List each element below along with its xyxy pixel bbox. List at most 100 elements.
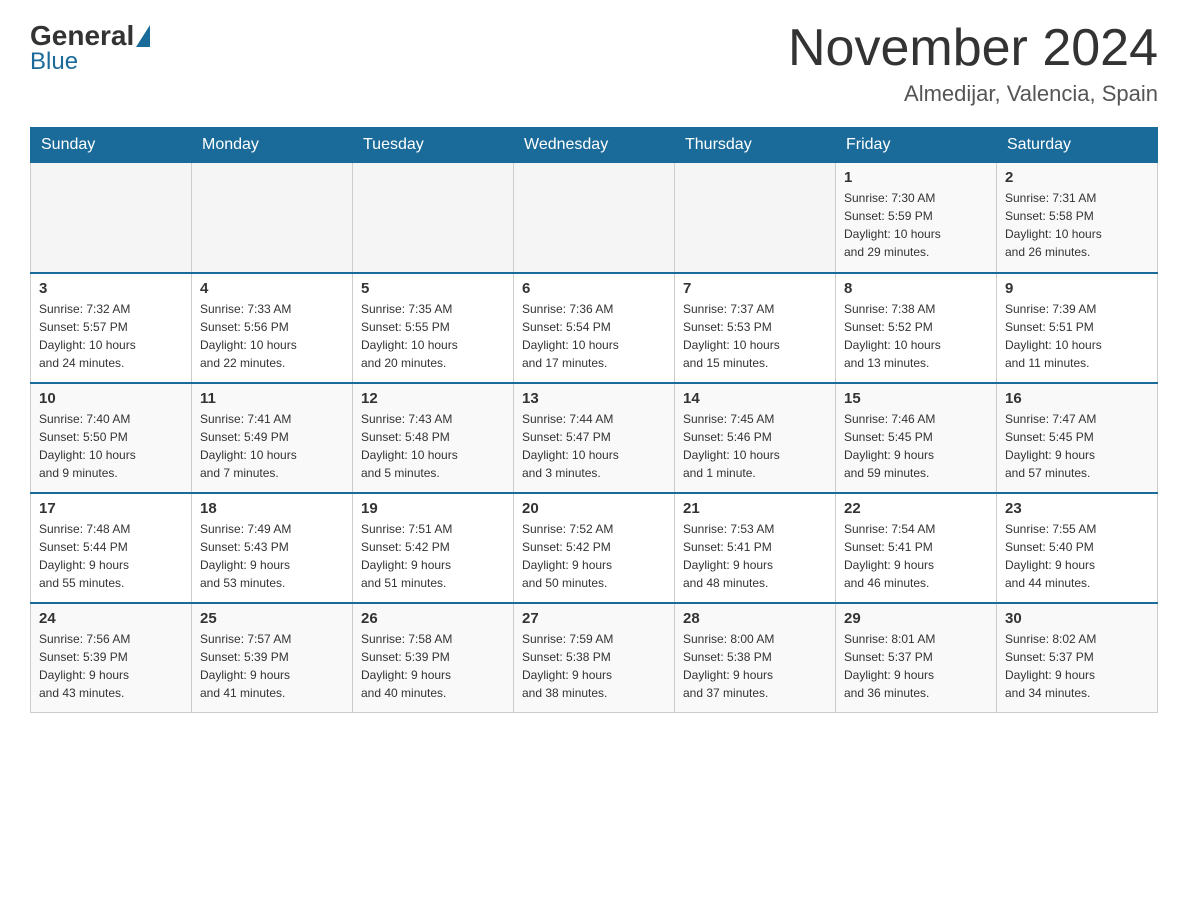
calendar-cell-w4-d5: 22Sunrise: 7:54 AMSunset: 5:41 PMDayligh… — [836, 493, 997, 603]
calendar-cell-w3-d0: 10 Sunrise: 7:40 AMSunset: 5:50 PMDayligh… — [31, 383, 192, 493]
calendar-cell-w3-d2: 12Sunrise: 7:43 AMSunset: 5:48 PMDayligh… — [353, 383, 514, 493]
calendar-week-3: 10 Sunrise: 7:40 AMSunset: 5:50 PMDayligh… — [31, 383, 1158, 493]
header-tuesday: Tuesday — [353, 128, 514, 163]
logo: General Blue — [30, 20, 152, 76]
calendar-cell-w2-d2: 5 Sunrise: 7:35 AMSunset: 5:55 PMDaylight… — [353, 273, 514, 383]
day-number: 24 — [39, 610, 183, 627]
day-number: 18 — [200, 500, 344, 517]
day-number: 27 — [522, 610, 666, 627]
calendar-header-row: Sunday Monday Tuesday Wednesday Thursday… — [31, 128, 1158, 163]
day-info: Sunrise: 7:45 AMSunset: 5:46 PMDaylight:… — [683, 410, 827, 482]
day-info: Sunrise: 8:01 AMSunset: 5:37 PMDaylight:… — [844, 630, 988, 702]
day-number: 25 — [200, 610, 344, 627]
calendar-cell-w5-d6: 30 Sunrise: 8:02 AMSunset: 5:37 PMDayligh… — [997, 603, 1158, 713]
day-info: Sunrise: 7:31 AMSunset: 5:58 PMDaylight:… — [1005, 189, 1149, 261]
calendar-cell-w2-d0: 3 Sunrise: 7:32 AMSunset: 5:57 PMDaylight… — [31, 273, 192, 383]
calendar-cell-w2-d5: 8 Sunrise: 7:38 AMSunset: 5:52 PMDaylight… — [836, 273, 997, 383]
calendar-cell-w1-d2 — [353, 163, 514, 273]
day-number: 3 — [39, 280, 183, 297]
calendar-cell-w4-d0: 17 Sunrise: 7:48 AMSunset: 5:44 PMDayligh… — [31, 493, 192, 603]
day-info: Sunrise: 7:33 AMSunset: 5:56 PMDaylight:… — [200, 300, 344, 372]
title-section: November 2024 Almedijar, Valencia, Spain — [788, 20, 1158, 107]
calendar-cell-w1-d3 — [514, 163, 675, 273]
day-number: 29 — [844, 610, 988, 627]
day-info: Sunrise: 7:58 AMSunset: 5:39 PMDaylight:… — [361, 630, 505, 702]
day-info: Sunrise: 7:44 AMSunset: 5:47 PMDaylight:… — [522, 410, 666, 482]
day-number: 2 — [1005, 169, 1149, 186]
header-sunday: Sunday — [31, 128, 192, 163]
day-number: 23 — [1005, 500, 1149, 517]
calendar-cell-w1-d0 — [31, 163, 192, 273]
calendar-cell-w5-d2: 26 Sunrise: 7:58 AMSunset: 5:39 PMDayligh… — [353, 603, 514, 713]
header-monday: Monday — [192, 128, 353, 163]
calendar-cell-w5-d4: 28 Sunrise: 8:00 AMSunset: 5:38 PMDayligh… — [675, 603, 836, 713]
day-info: Sunrise: 8:00 AMSunset: 5:38 PMDaylight:… — [683, 630, 827, 702]
day-number: 17 — [39, 500, 183, 517]
calendar-cell-w2-d4: 7 Sunrise: 7:37 AMSunset: 5:53 PMDaylight… — [675, 273, 836, 383]
location-subtitle: Almedijar, Valencia, Spain — [788, 81, 1158, 107]
day-number: 5 — [361, 280, 505, 297]
day-number: 7 — [683, 280, 827, 297]
calendar-cell-w4-d4: 21Sunrise: 7:53 AMSunset: 5:41 PMDayligh… — [675, 493, 836, 603]
day-info: Sunrise: 7:32 AMSunset: 5:57 PMDaylight:… — [39, 300, 183, 372]
day-info: Sunrise: 7:55 AMSunset: 5:40 PMDaylight:… — [1005, 520, 1149, 592]
day-info: Sunrise: 7:54 AMSunset: 5:41 PMDaylight:… — [844, 520, 988, 592]
calendar-cell-w5-d3: 27 Sunrise: 7:59 AMSunset: 5:38 PMDayligh… — [514, 603, 675, 713]
day-number: 10 — [39, 390, 183, 407]
day-info: Sunrise: 7:52 AMSunset: 5:42 PMDaylight:… — [522, 520, 666, 592]
day-info: Sunrise: 8:02 AMSunset: 5:37 PMDaylight:… — [1005, 630, 1149, 702]
logo-triangle-icon — [136, 25, 150, 47]
day-number: 11 — [200, 390, 344, 407]
day-info: Sunrise: 7:36 AMSunset: 5:54 PMDaylight:… — [522, 300, 666, 372]
day-number: 16 — [1005, 390, 1149, 407]
day-info: Sunrise: 7:39 AMSunset: 5:51 PMDaylight:… — [1005, 300, 1149, 372]
day-info: Sunrise: 7:51 AMSunset: 5:42 PMDaylight:… — [361, 520, 505, 592]
calendar-cell-w1-d6: 2 Sunrise: 7:31 AMSunset: 5:58 PMDaylight… — [997, 163, 1158, 273]
calendar-week-5: 24Sunrise: 7:56 AMSunset: 5:39 PMDayligh… — [31, 603, 1158, 713]
day-info: Sunrise: 7:43 AMSunset: 5:48 PMDaylight:… — [361, 410, 505, 482]
month-title: November 2024 — [788, 20, 1158, 77]
day-number: 19 — [361, 500, 505, 517]
day-info: Sunrise: 7:46 AMSunset: 5:45 PMDaylight:… — [844, 410, 988, 482]
day-number: 20 — [522, 500, 666, 517]
calendar-cell-w3-d5: 15 Sunrise: 7:46 AMSunset: 5:45 PMDayligh… — [836, 383, 997, 493]
calendar-cell-w5-d1: 25 Sunrise: 7:57 AMSunset: 5:39 PMDayligh… — [192, 603, 353, 713]
day-info: Sunrise: 7:35 AMSunset: 5:55 PMDaylight:… — [361, 300, 505, 372]
calendar-cell-w4-d6: 23 Sunrise: 7:55 AMSunset: 5:40 PMDayligh… — [997, 493, 1158, 603]
header-wednesday: Wednesday — [514, 128, 675, 163]
day-info: Sunrise: 7:48 AMSunset: 5:44 PMDaylight:… — [39, 520, 183, 592]
calendar-cell-w2-d1: 4 Sunrise: 7:33 AMSunset: 5:56 PMDaylight… — [192, 273, 353, 383]
day-number: 28 — [683, 610, 827, 627]
calendar-week-4: 17 Sunrise: 7:48 AMSunset: 5:44 PMDayligh… — [31, 493, 1158, 603]
calendar-week-1: 1Sunrise: 7:30 AMSunset: 5:59 PMDaylight… — [31, 163, 1158, 273]
header-saturday: Saturday — [997, 128, 1158, 163]
day-info: Sunrise: 7:57 AMSunset: 5:39 PMDaylight:… — [200, 630, 344, 702]
day-number: 26 — [361, 610, 505, 627]
day-number: 1 — [844, 169, 988, 186]
day-number: 8 — [844, 280, 988, 297]
day-info: Sunrise: 7:41 AMSunset: 5:49 PMDaylight:… — [200, 410, 344, 482]
day-info: Sunrise: 7:59 AMSunset: 5:38 PMDaylight:… — [522, 630, 666, 702]
calendar-cell-w3-d1: 11 Sunrise: 7:41 AMSunset: 5:49 PMDayligh… — [192, 383, 353, 493]
day-number: 13 — [522, 390, 666, 407]
day-info: Sunrise: 7:38 AMSunset: 5:52 PMDaylight:… — [844, 300, 988, 372]
calendar-cell-w1-d4 — [675, 163, 836, 273]
day-info: Sunrise: 7:49 AMSunset: 5:43 PMDaylight:… — [200, 520, 344, 592]
calendar-table: Sunday Monday Tuesday Wednesday Thursday… — [30, 127, 1158, 713]
calendar-cell-w3-d3: 13 Sunrise: 7:44 AMSunset: 5:47 PMDayligh… — [514, 383, 675, 493]
day-info: Sunrise: 7:37 AMSunset: 5:53 PMDaylight:… — [683, 300, 827, 372]
calendar-cell-w4-d3: 20 Sunrise: 7:52 AMSunset: 5:42 PMDayligh… — [514, 493, 675, 603]
day-info: Sunrise: 7:47 AMSunset: 5:45 PMDaylight:… — [1005, 410, 1149, 482]
calendar-cell-w4-d1: 18 Sunrise: 7:49 AMSunset: 5:43 PMDayligh… — [192, 493, 353, 603]
day-number: 9 — [1005, 280, 1149, 297]
day-number: 30 — [1005, 610, 1149, 627]
calendar-cell-w3-d6: 16 Sunrise: 7:47 AMSunset: 5:45 PMDayligh… — [997, 383, 1158, 493]
day-number: 4 — [200, 280, 344, 297]
day-info: Sunrise: 7:40 AMSunset: 5:50 PMDaylight:… — [39, 410, 183, 482]
header-thursday: Thursday — [675, 128, 836, 163]
calendar-week-2: 3 Sunrise: 7:32 AMSunset: 5:57 PMDaylight… — [31, 273, 1158, 383]
calendar-cell-w3-d4: 14Sunrise: 7:45 AMSunset: 5:46 PMDayligh… — [675, 383, 836, 493]
page-header: General Blue November 2024 Almedijar, Va… — [30, 20, 1158, 107]
day-number: 6 — [522, 280, 666, 297]
day-number: 15 — [844, 390, 988, 407]
